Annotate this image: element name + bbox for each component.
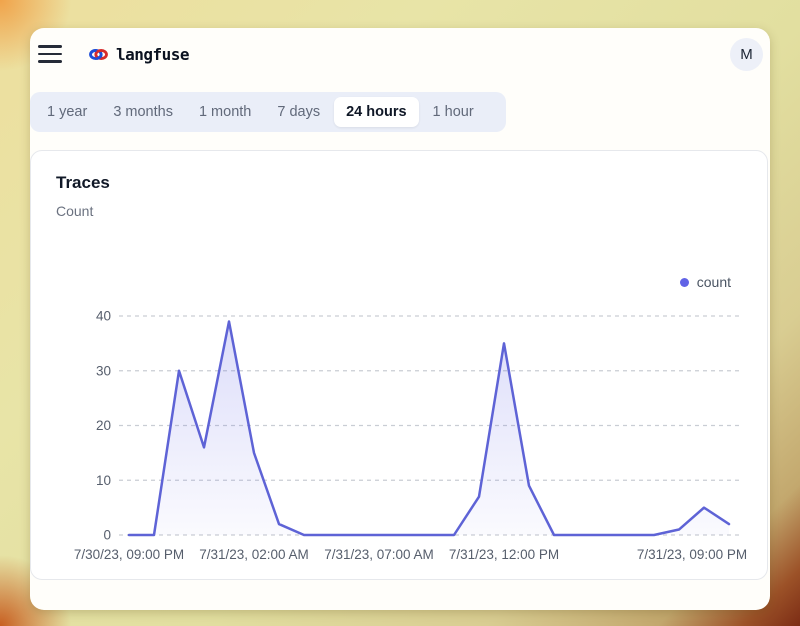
brand[interactable]: langfuse — [89, 45, 189, 64]
svg-text:7/31/23, 02:00 AM: 7/31/23, 02:00 AM — [199, 547, 309, 562]
svg-text:10: 10 — [96, 473, 111, 488]
traces-chart-card: Traces Count count 0102030407/30/23, 09:… — [30, 150, 768, 580]
tab-24-hours[interactable]: 24 hours — [334, 97, 418, 127]
tab-1-hour[interactable]: 1 hour — [421, 97, 486, 127]
svg-text:7/31/23, 12:00 PM: 7/31/23, 12:00 PM — [449, 547, 559, 562]
tab-1-month[interactable]: 1 month — [187, 97, 263, 127]
svg-text:7/31/23, 09:00 PM: 7/31/23, 09:00 PM — [637, 547, 747, 562]
svg-text:30: 30 — [96, 363, 111, 378]
svg-text:7/30/23, 09:00 PM: 7/30/23, 09:00 PM — [74, 547, 184, 562]
svg-text:7/31/23, 07:00 AM: 7/31/23, 07:00 AM — [324, 547, 434, 562]
svg-text:20: 20 — [96, 418, 111, 433]
tab-3-months[interactable]: 3 months — [101, 97, 185, 127]
traces-area-chart[interactable]: 0 10 20 30 40 7/30/23, 09:00 PM 7/31/23, 02:00… — [31, 151, 769, 581]
app-page: langfuse M 1 year 3 months 1 month 7 day… — [30, 28, 770, 610]
hamburger-menu-icon[interactable] — [38, 44, 64, 64]
langfuse-knot-logo-icon — [89, 45, 108, 64]
top-navbar: langfuse M — [38, 34, 763, 74]
svg-text:0: 0 — [103, 528, 111, 543]
brand-name: langfuse — [116, 45, 189, 64]
svg-text:40: 40 — [96, 309, 111, 324]
tab-7-days[interactable]: 7 days — [265, 97, 332, 127]
gif-frame-border: langfuse M 1 year 3 months 1 month 7 day… — [0, 0, 800, 626]
tab-1-year[interactable]: 1 year — [35, 97, 99, 127]
user-avatar[interactable]: M — [730, 38, 763, 71]
time-range-tabbar: 1 year 3 months 1 month 7 days 24 hours … — [30, 92, 506, 132]
